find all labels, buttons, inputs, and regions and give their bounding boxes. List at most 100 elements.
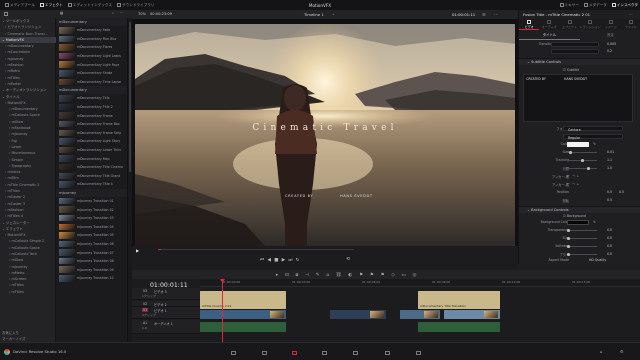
slider-knob[interactable] xyxy=(581,159,584,162)
title-clip[interactable]: mDocumentary Title Transition xyxy=(418,291,500,309)
title-clip[interactable]: mTitle Cinema 2 01 xyxy=(200,291,286,309)
slider-knob[interactable] xyxy=(567,245,570,248)
subtitle-checkbox[interactable]: ☑ Subtitle xyxy=(563,68,579,72)
settings-icon[interactable]: ⚙ xyxy=(620,349,624,354)
inspector-subtab[interactable]: 設定 xyxy=(580,32,640,40)
toolbar-inspector-button[interactable]: インスペクタ xyxy=(611,3,638,8)
options-icon[interactable]: ⋯ xyxy=(120,11,124,15)
cut-page-icon[interactable] xyxy=(262,351,267,355)
effect-thumbnail[interactable]: mDocumentary Frame Strip xyxy=(56,129,127,138)
effect-thumbnail[interactable]: mDocumentary Title 2 xyxy=(56,103,127,112)
sidebar-toggle-icon[interactable] xyxy=(4,12,8,16)
playhead[interactable] xyxy=(220,279,225,342)
slider-knob[interactable] xyxy=(569,151,572,154)
inspector-tab[interactable]: エフェクト xyxy=(559,19,579,30)
effect-thumbnail[interactable]: mJourney Transition 01 xyxy=(56,197,127,206)
track-header-a1[interactable]: A1 オーディオ 1 2.0 xyxy=(132,320,200,334)
effect-thumbnail[interactable]: mJourney Transition 10 xyxy=(56,274,127,283)
dropdown[interactable]: Cantora xyxy=(563,126,623,132)
effect-thumbnail[interactable]: mJourney Transition 02 xyxy=(56,205,127,214)
timeline-name[interactable]: Timeline 1 xyxy=(304,12,324,17)
effect-thumbnail[interactable]: mDocumentary Title 4 xyxy=(56,180,127,189)
scrubber[interactable] xyxy=(158,249,354,251)
fusion-page-icon[interactable] xyxy=(322,351,327,355)
toolbar-sound-library-button[interactable]: サウンドライブラリ xyxy=(117,3,154,8)
effect-thumbnail[interactable]: mDocumentary Light Story xyxy=(56,137,127,146)
background-checkbox[interactable]: ☑ Background xyxy=(563,214,586,218)
color-swatch[interactable] xyxy=(567,220,589,225)
effect-thumbnail[interactable]: mDocumentary Flares xyxy=(56,43,127,52)
timeline-ruler[interactable]: 01:00:00:00 01:00:03:00 01:00:06:00 01:00:0… xyxy=(200,279,640,287)
video-clip[interactable] xyxy=(200,310,286,319)
fairlight-page-icon[interactable] xyxy=(385,351,390,355)
playhead-marker-icon[interactable]: ▶ xyxy=(136,248,139,253)
track-header-v3[interactable]: V3 ビデオ 3 1クリップ xyxy=(132,288,200,300)
slider-track[interactable] xyxy=(567,238,597,240)
video-clip[interactable] xyxy=(400,310,440,319)
slider-knob[interactable] xyxy=(567,253,570,256)
inspector-tab[interactable]: イメージ xyxy=(601,19,621,30)
inspector-tab[interactable]: オーディオ xyxy=(539,19,559,30)
scrollbar-thumb[interactable] xyxy=(129,22,131,172)
inspector-menu-icon[interactable]: ⋯ xyxy=(629,12,633,17)
edit-page-icon[interactable] xyxy=(292,351,297,355)
video-frame[interactable]: Cinematic Travel CREATED BY HANS SVEDDT xyxy=(135,24,515,246)
dropdown[interactable]: Regular xyxy=(563,134,623,140)
video-clip[interactable] xyxy=(444,310,500,319)
inspector-subtab[interactable]: タイトル xyxy=(519,32,580,40)
effect-thumbnail[interactable]: mJourney Transition 06 xyxy=(56,240,127,249)
toolbar-media-pool-button[interactable]: メディアプール xyxy=(5,3,35,8)
timeline-dropdown-icon[interactable]: ⌄ xyxy=(332,12,335,16)
subtitle-text-area[interactable]: CREATED BY HANS SVEDDT xyxy=(523,74,633,122)
effect-thumbnail[interactable]: mJourney Transition 08 xyxy=(56,257,127,266)
slider-track[interactable] xyxy=(567,168,597,170)
audio-clip[interactable] xyxy=(418,322,500,332)
search-icon[interactable]: ⌕ xyxy=(112,11,114,15)
toolbar-metadata-button[interactable]: メタデータ xyxy=(583,3,607,8)
effect-thumbnail[interactable]: mDocumentary Title Grand xyxy=(56,172,127,181)
effect-thumbnail[interactable]: mDocumentary Fade xyxy=(56,26,127,35)
toolbar-effects-button[interactable]: エフェクト xyxy=(39,3,63,8)
toolbar-mixer-button[interactable]: ミキサー xyxy=(559,3,579,8)
slider-knob[interactable] xyxy=(587,167,590,170)
bin-item[interactable]: › mTitles xyxy=(0,289,56,295)
anchor-icons[interactable]: ⊢⊣⊥ xyxy=(567,182,581,186)
slider-track[interactable] xyxy=(567,246,597,248)
track-header-v1[interactable]: V1 ビデオ 1 4クリップ xyxy=(132,307,200,319)
effect-thumbnail[interactable]: mJourney Transition 07 xyxy=(56,248,127,257)
slider-track[interactable] xyxy=(567,254,597,256)
inspector-tab[interactable]: ファイル xyxy=(621,19,640,30)
effect-thumbnail[interactable]: mJourney Transition 04 xyxy=(56,222,127,231)
effect-thumbnail[interactable]: mJourney Transition 05 xyxy=(56,231,127,240)
deliver-page-icon[interactable] xyxy=(416,351,421,355)
thumbnail-view-icon[interactable]: ▦ xyxy=(60,11,63,15)
effect-thumbnail[interactable]: mDocumentary Light Leaks xyxy=(56,52,127,61)
effect-thumbnail[interactable]: mDocumentary Map xyxy=(56,154,127,163)
param-field[interactable] xyxy=(551,49,599,54)
effect-thumbnail[interactable]: mDocumentary Shake xyxy=(56,69,127,78)
loop-icon[interactable]: ⟲ xyxy=(346,257,350,262)
effect-thumbnail[interactable]: mDocumentary Title xyxy=(56,94,127,103)
effect-thumbnail[interactable]: mDocumentary Lower Third xyxy=(56,146,127,155)
edit-tools[interactable]: ▸ ⊡ ⧈ ⊣ ✎ ⌂ ⛓ ◐ ⚑ ⚑ ⚑ ◇ ▭ ◎ xyxy=(276,272,419,278)
playback-controls[interactable]: ⏮◀■▶⏭↻ xyxy=(260,257,303,263)
bin-item[interactable]: › Cinematic Burn Transi... xyxy=(0,31,56,37)
eyedropper-icon[interactable]: ✎ xyxy=(593,220,596,224)
slider-knob[interactable] xyxy=(567,229,570,232)
viewer-more-icon[interactable]: ⋯ xyxy=(494,12,498,17)
section-background-controls[interactable]: ⌄ Background Controls xyxy=(519,206,640,213)
toolbar-edit-index-button[interactable]: エディットインデックス xyxy=(67,3,112,8)
effect-thumbnail[interactable]: mJourney Transition 09 xyxy=(56,265,127,274)
eyedropper-icon[interactable]: ✎ xyxy=(593,142,596,146)
color-swatch[interactable] xyxy=(567,142,589,147)
section-subtitle-controls[interactable]: ⌄ Subtitle Controls xyxy=(519,58,640,65)
video-clip[interactable] xyxy=(330,310,386,319)
color-page-icon[interactable] xyxy=(353,351,358,355)
effect-thumbnail[interactable]: mDocumentary Film Blur xyxy=(56,35,127,44)
anchor-icons[interactable]: ⊢⊣⊥ xyxy=(567,174,581,178)
param-field[interactable] xyxy=(551,42,599,47)
home-icon[interactable]: ⌂ xyxy=(600,349,603,354)
inspector-tab[interactable]: ビデオ xyxy=(519,19,540,30)
quality-row[interactable]: Aspect Mode HD Quality xyxy=(519,258,640,264)
effect-thumbnail[interactable]: mDocumentary Light Rays xyxy=(56,60,127,69)
